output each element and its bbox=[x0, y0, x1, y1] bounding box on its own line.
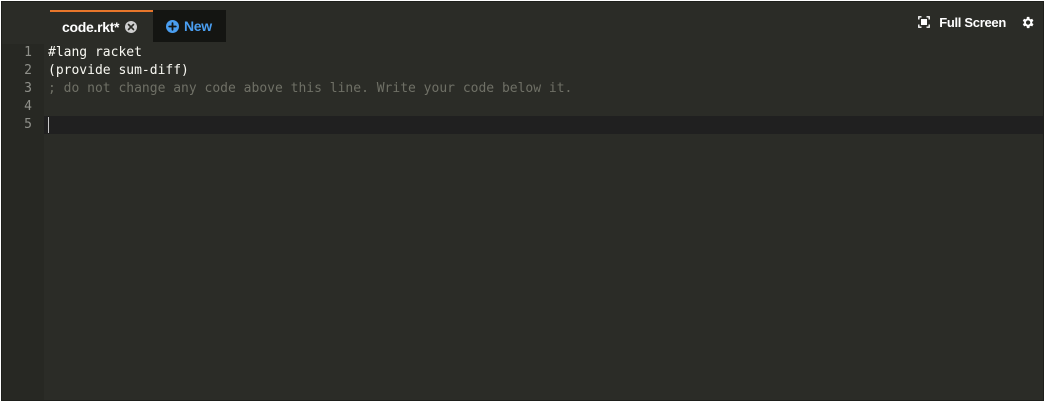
line-number: 1 bbox=[24, 45, 32, 60]
line-number-gutter: 1 2 3 4 5 bbox=[2, 44, 44, 400]
fullscreen-label: Full Screen bbox=[939, 14, 1006, 30]
gear-icon[interactable] bbox=[1020, 15, 1035, 30]
code-comment-line[interactable]: ; do not change any code above this line… bbox=[48, 80, 572, 98]
fullscreen-button[interactable]: Full Screen bbox=[918, 15, 1006, 30]
tab-label: code.rkt* bbox=[62, 19, 120, 35]
line-number: 2 bbox=[24, 63, 32, 78]
code-line[interactable]: #lang racket bbox=[48, 44, 142, 62]
plus-circle-icon bbox=[166, 19, 179, 33]
code-editor: code.rkt* New Full Screen 1 2 3 4 5 #lan… bbox=[1, 1, 1044, 401]
new-tab-button[interactable]: New bbox=[153, 10, 226, 42]
line-number: 5 bbox=[24, 117, 32, 132]
toolbar: Full Screen bbox=[918, 12, 1035, 32]
fullscreen-icon bbox=[918, 16, 931, 28]
active-line-highlight bbox=[44, 116, 1043, 134]
tab-code-rkt[interactable]: code.rkt* bbox=[50, 10, 153, 42]
code-line[interactable]: (provide sum-diff) bbox=[48, 62, 189, 80]
tab-bar: code.rkt* New Full Screen bbox=[2, 2, 1043, 44]
new-tab-label: New bbox=[184, 18, 212, 34]
code-text-area[interactable]: #lang racket (provide sum-diff) ; do not… bbox=[44, 44, 1043, 400]
text-cursor bbox=[48, 117, 49, 133]
close-icon[interactable] bbox=[125, 21, 138, 33]
line-number: 3 bbox=[24, 81, 32, 96]
line-number: 4 bbox=[24, 99, 32, 114]
